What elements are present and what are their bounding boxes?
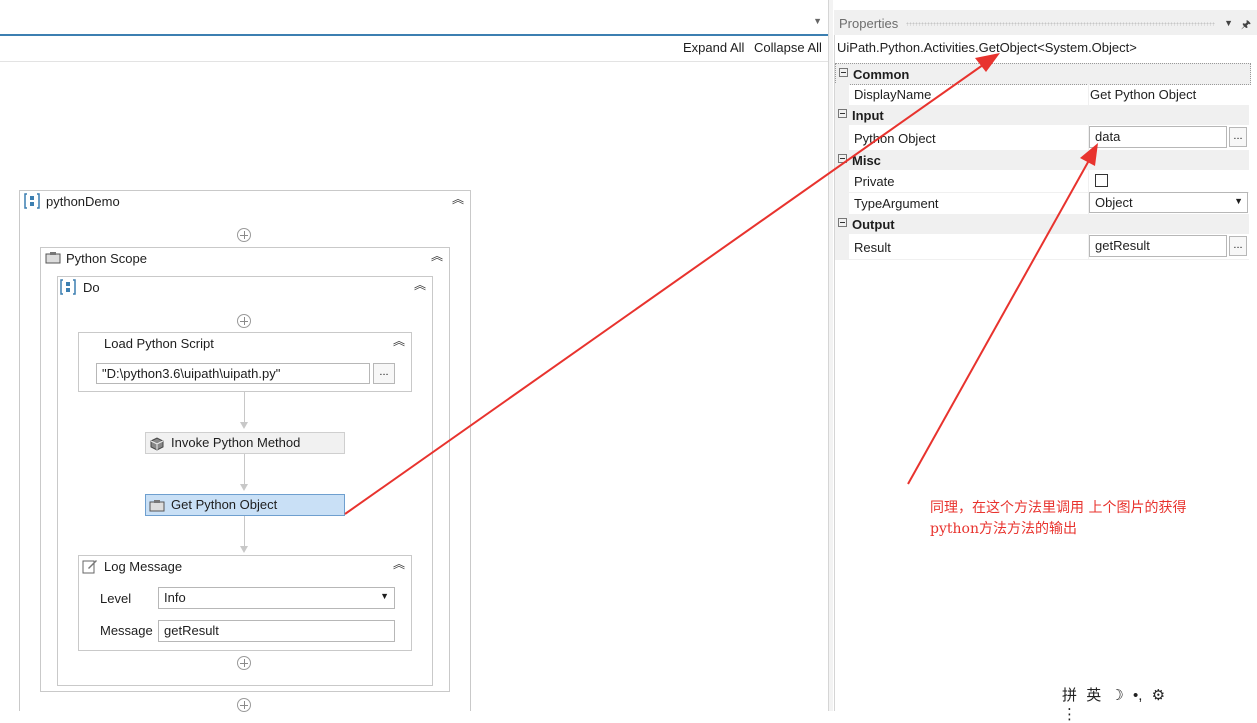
pin-icon[interactable]: 🖈 xyxy=(1241,16,1251,35)
python-object-label: Python Object xyxy=(854,131,936,146)
result-input[interactable]: getResult xyxy=(1089,235,1227,257)
python-object-expression-button[interactable]: ... xyxy=(1229,127,1247,147)
scope-icon xyxy=(149,500,165,512)
message-label: Message xyxy=(100,623,153,638)
private-label: Private xyxy=(854,174,895,189)
add-activity-plus-icon[interactable] xyxy=(237,656,251,670)
category-output-label: Output xyxy=(852,217,895,232)
message-input[interactable]: getResult xyxy=(158,620,395,642)
private-checkbox[interactable] xyxy=(1095,174,1108,187)
collapse-chevron-icon[interactable]: ︽ xyxy=(393,335,405,347)
sequence-title: pythonDemo xyxy=(46,194,120,209)
log-message-header: Log Message ︽ xyxy=(79,556,411,578)
do-header: Do ︽ xyxy=(58,277,432,299)
collapse-toggle-icon[interactable] xyxy=(838,109,847,118)
category-common[interactable]: Common xyxy=(835,63,1251,85)
activity-type-name: UiPath.Python.Activities.GetObject<Syste… xyxy=(837,40,1137,55)
ime-more-icon[interactable]: ⋮ xyxy=(1062,706,1077,723)
collapse-all-link[interactable]: Collapse All xyxy=(754,40,822,55)
expand-all-link[interactable]: Expand All xyxy=(683,40,744,55)
collapse-chevron-icon[interactable]: ︽ xyxy=(431,250,443,262)
dropdown-arrow-icon: ▼ xyxy=(380,591,389,601)
collapse-chevron-icon[interactable]: ︽ xyxy=(452,193,464,205)
browse-button[interactable]: ... xyxy=(373,363,395,384)
typeargument-value: Object xyxy=(1095,195,1133,210)
connector-line xyxy=(244,392,245,422)
properties-title: Properties xyxy=(839,16,899,31)
get-python-object-activity[interactable]: Get Python Object xyxy=(145,494,345,516)
property-row-private[interactable]: Private xyxy=(835,170,1249,193)
result-label: Result xyxy=(854,240,891,255)
collapse-chevron-icon[interactable]: ︽ xyxy=(393,558,405,570)
annotation-line-2: python方法方法的输出 xyxy=(930,521,1077,537)
invoke-method-icon xyxy=(150,437,164,451)
displayname-label: DisplayName xyxy=(854,87,932,102)
sequence-header: pythonDemo ︽ xyxy=(20,191,470,213)
drag-grip[interactable] xyxy=(906,22,1215,26)
typeargument-select[interactable]: Object ▼ xyxy=(1089,192,1248,213)
panel-dropdown-icon[interactable]: ▼ xyxy=(1224,18,1233,28)
panel-splitter[interactable] xyxy=(828,0,833,711)
ime-toolbar: 拼 英 ☽ •, ⚙ ⋮ xyxy=(1062,684,1190,723)
property-row-displayname[interactable]: DisplayName Get Python Object xyxy=(835,83,1249,106)
collapse-chevron-icon[interactable]: ︽ xyxy=(414,279,426,291)
category-output[interactable]: Output xyxy=(835,214,1249,234)
dropdown-arrow-icon: ▼ xyxy=(1234,196,1243,206)
load-script-title: Load Python Script xyxy=(104,336,214,351)
displayname-value[interactable]: Get Python Object xyxy=(1090,87,1196,102)
add-activity-plus-icon[interactable] xyxy=(237,314,251,328)
connector-arrow xyxy=(240,422,248,429)
ime-moon-icon[interactable]: ☽ xyxy=(1110,687,1123,704)
add-activity-plus-icon[interactable] xyxy=(237,698,251,712)
ime-gear-icon[interactable]: ⚙ xyxy=(1152,687,1165,704)
collapse-toggle-icon[interactable] xyxy=(839,68,848,77)
collapse-toggle-icon[interactable] xyxy=(838,154,847,163)
invoke-method-title: Invoke Python Method xyxy=(171,435,301,450)
add-activity-plus-icon[interactable] xyxy=(237,228,251,242)
connector-line xyxy=(244,454,245,484)
typeargument-label: TypeArgument xyxy=(854,196,939,211)
category-input[interactable]: Input xyxy=(835,105,1249,125)
collapse-toggle-icon[interactable] xyxy=(838,218,847,227)
annotation-line-1: 同理，在这个方法里调用 上个图片的获得 xyxy=(930,500,1187,516)
result-expression-button[interactable]: ... xyxy=(1229,236,1247,256)
ime-punctuation-icon[interactable]: •, xyxy=(1133,687,1142,704)
python-object-input[interactable]: data xyxy=(1089,126,1227,148)
sequence-icon xyxy=(60,279,76,295)
ime-language-toggle[interactable]: 英 xyxy=(1086,687,1101,704)
script-path-input[interactable]: "D:\python3.6\uipath\uipath.py" xyxy=(96,363,370,384)
category-misc-label: Misc xyxy=(852,153,881,168)
ime-grid-icon[interactable]: 拼 xyxy=(1062,687,1077,704)
category-common-label: Common xyxy=(853,67,910,82)
invoke-python-method-activity[interactable]: Invoke Python Method xyxy=(145,432,345,454)
python-scope-header: Python Scope ︽ xyxy=(41,248,449,270)
get-object-title: Get Python Object xyxy=(171,497,278,512)
level-select[interactable]: Info ▼ xyxy=(158,587,395,609)
do-title: Do xyxy=(83,280,100,295)
properties-header: Properties ▼ 🖈 xyxy=(834,10,1257,35)
category-input-label: Input xyxy=(852,108,884,123)
connector-arrow xyxy=(240,484,248,491)
category-misc[interactable]: Misc xyxy=(835,150,1249,170)
connector-line xyxy=(244,516,245,546)
log-message-title: Log Message xyxy=(104,559,183,574)
python-scope-title: Python Scope xyxy=(66,251,147,266)
annotation-note: 同理，在这个方法里调用 上个图片的获得 python方法方法的输出 xyxy=(930,498,1240,540)
connector-arrow xyxy=(240,546,248,553)
tab-dropdown-icon[interactable]: ▼ xyxy=(813,16,822,26)
scope-icon xyxy=(45,252,61,264)
designer-toolbar: Expand All Collapse All xyxy=(0,36,828,62)
log-pencil-icon xyxy=(82,560,97,574)
level-label: Level xyxy=(100,591,132,606)
sequence-icon xyxy=(24,193,40,209)
level-select-value: Info xyxy=(164,590,186,605)
designer-tab-strip: ▼ xyxy=(0,0,828,36)
load-script-header: Load Python Script ︽ xyxy=(79,333,411,355)
